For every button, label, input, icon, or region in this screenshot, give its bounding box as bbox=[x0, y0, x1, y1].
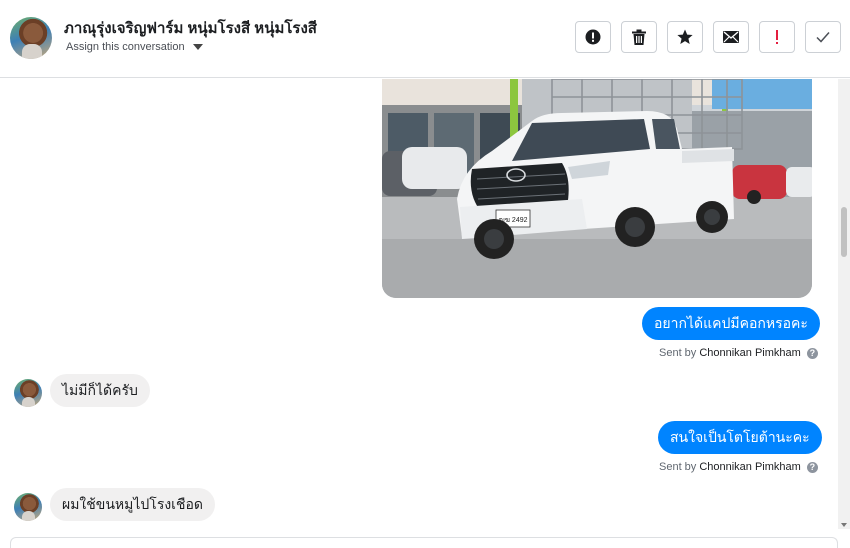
contact-avatar-small[interactable] bbox=[14, 493, 42, 521]
sent-by-prefix: Sent by bbox=[659, 347, 697, 359]
spam-button[interactable] bbox=[575, 21, 611, 53]
mark-done-button[interactable] bbox=[805, 21, 841, 53]
star-button[interactable] bbox=[667, 21, 703, 53]
sent-by-label: Sent by Chonnikan Pimkham ? bbox=[659, 461, 818, 473]
contact-name[interactable]: ภาณุรุ่งเจริญฟาร์ม หนุ่มโรงสี หนุ่มโรงสี bbox=[64, 16, 317, 40]
message-composer[interactable] bbox=[10, 537, 838, 548]
contact-avatar[interactable] bbox=[10, 17, 52, 59]
question-icon[interactable]: ? bbox=[806, 347, 818, 359]
scrollbar-thumb[interactable] bbox=[841, 207, 847, 257]
red-exclamation-icon bbox=[776, 30, 778, 44]
contact-avatar-small[interactable] bbox=[14, 379, 42, 407]
trash-icon bbox=[632, 29, 646, 45]
assign-label: Assign this conversation bbox=[66, 41, 185, 53]
outgoing-message-bubble[interactable]: สนใจเป็นโตโยต้านะคะ bbox=[658, 421, 822, 454]
exclamation-circle-icon bbox=[585, 29, 601, 45]
sent-by-label: Sent by Chonnikan Pimkham ? bbox=[659, 347, 818, 359]
sent-by-prefix: Sent by bbox=[659, 461, 697, 473]
truck-photo-message[interactable]: ฒฆ 2492 bbox=[382, 79, 812, 298]
conversation-header: ภาณุรุ่งเจริญฟาร์ม หนุ่มโรงสี หนุ่มโรงสี… bbox=[0, 0, 850, 78]
star-icon bbox=[677, 29, 693, 44]
sent-by-name: Chonnikan Pimkham bbox=[699, 461, 801, 473]
thread-scrollbar[interactable] bbox=[838, 79, 850, 529]
scroll-down-arrow-icon[interactable] bbox=[841, 523, 847, 527]
envelope-icon bbox=[723, 31, 739, 43]
incoming-message-bubble[interactable]: ผมใช้ขนหมูไปโรงเชือด bbox=[50, 488, 215, 521]
checkmark-icon bbox=[816, 32, 830, 43]
caret-down-icon bbox=[192, 44, 203, 50]
assign-conversation-dropdown[interactable]: Assign this conversation bbox=[66, 41, 203, 53]
message-thread[interactable]: ฒฆ 2492 อยากได้แคปมีคอกหรอคะ Sent by Cho… bbox=[0, 79, 838, 529]
delete-button[interactable] bbox=[621, 21, 657, 53]
outgoing-message-bubble[interactable]: อยากได้แคปมีคอกหรอคะ bbox=[642, 307, 820, 340]
question-icon[interactable]: ? bbox=[806, 461, 818, 473]
follow-up-button[interactable] bbox=[759, 21, 795, 53]
incoming-message-bubble[interactable]: ไม่มีก็ได้ครับ bbox=[50, 374, 150, 407]
sent-by-name: Chonnikan Pimkham bbox=[699, 347, 801, 359]
pickup-truck-image: ฒฆ 2492 bbox=[382, 79, 812, 298]
conversation-actions bbox=[575, 21, 841, 53]
mark-unread-button[interactable] bbox=[713, 21, 749, 53]
